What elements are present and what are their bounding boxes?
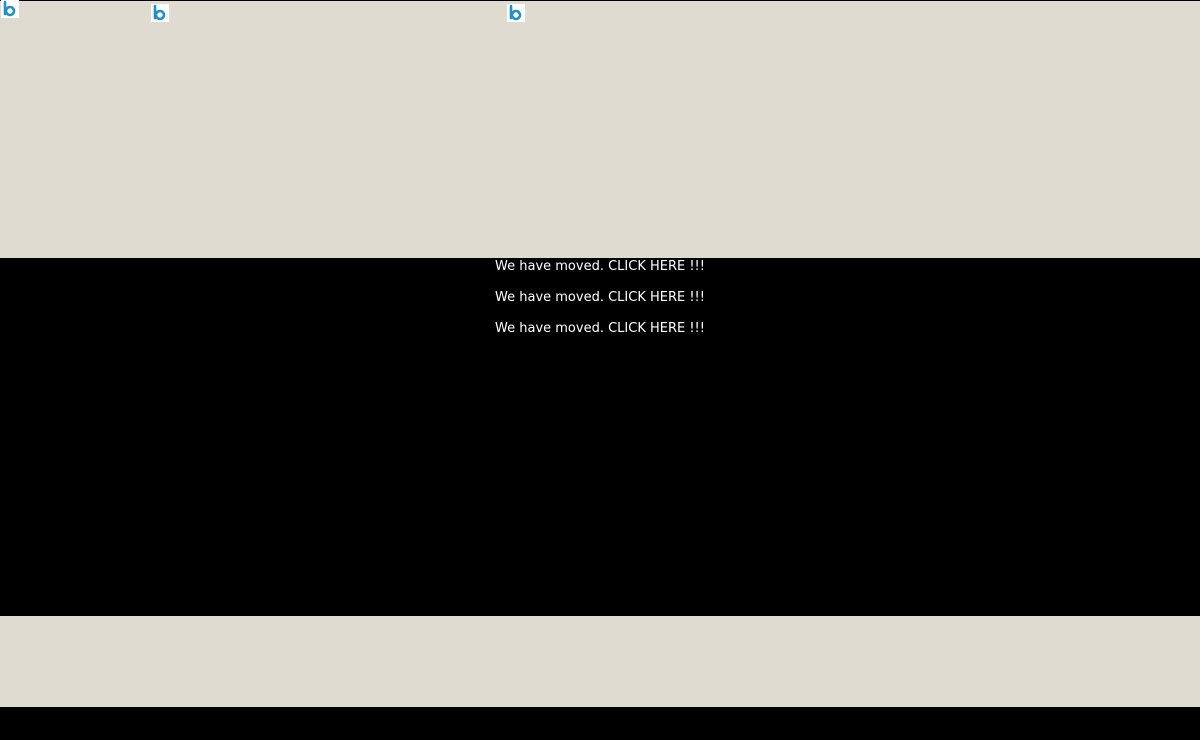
- moved-notice-section: We have moved. CLICK HERE !!! We have mo…: [0, 258, 1200, 616]
- moved-link[interactable]: We have moved. CLICK HERE !!!: [0, 321, 1200, 337]
- top-band: [0, 1, 1200, 258]
- b-logo-icon[interactable]: [151, 4, 169, 22]
- moved-link[interactable]: We have moved. CLICK HERE !!!: [0, 259, 1200, 275]
- b-logo-icon[interactable]: [507, 4, 525, 22]
- footer-bar: [0, 707, 1200, 740]
- moved-link[interactable]: We have moved. CLICK HERE !!!: [0, 290, 1200, 306]
- bottom-band: [0, 616, 1200, 707]
- b-logo-icon[interactable]: [1, 0, 19, 18]
